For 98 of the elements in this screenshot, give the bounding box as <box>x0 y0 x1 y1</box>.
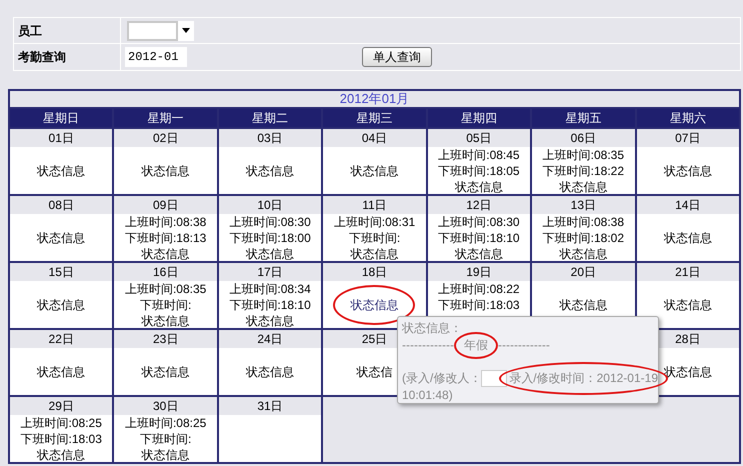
editor-field <box>481 370 508 387</box>
day-number: 07日 <box>675 130 700 147</box>
leave-type: 年假 <box>454 332 498 359</box>
status-link[interactable]: 状态信息 <box>559 246 608 262</box>
clock-time: 上班时间:08:25 <box>124 415 206 431</box>
status-link[interactable]: 状态信息 <box>454 179 503 195</box>
status-link[interactable]: 状态信息 <box>37 296 86 312</box>
day-number: 05日 <box>466 130 492 147</box>
day-number: 06日 <box>570 130 596 147</box>
weekday-header: 星期六 <box>670 110 706 127</box>
day-number: 12日 <box>466 197 492 214</box>
day-number: 18日 <box>362 264 388 281</box>
day-number: 09日 <box>152 197 178 214</box>
status-link[interactable]: 状态信息 <box>246 364 294 380</box>
clock-time: 上班时间:08:22 <box>438 281 520 297</box>
day-number: 24日 <box>257 331 283 348</box>
clock-time: 下班时间:18:00 <box>229 230 311 246</box>
clock-time: 上班时间:08:25 <box>20 415 102 431</box>
status-link[interactable]: 状态信 <box>356 364 392 380</box>
day-number: 30日 <box>152 398 178 415</box>
day-number: 15日 <box>48 264 74 281</box>
day-number: 17日 <box>257 264 283 281</box>
weekday-header: 星期二 <box>252 110 288 127</box>
status-link[interactable]: 状态信息 <box>37 364 86 380</box>
clock-time: 下班时间: <box>140 431 192 447</box>
query-button[interactable]: 单人查询 <box>362 47 432 67</box>
status-link[interactable]: 状态信息 <box>454 246 503 262</box>
editor-label: (录入/修改人： <box>402 370 482 387</box>
clock-time: 下班时间:18:02 <box>542 230 624 246</box>
status-link[interactable]: 状态信息 <box>246 246 294 262</box>
weekday-header: 星期五 <box>565 110 602 127</box>
status-link[interactable]: 状态信息 <box>559 296 608 312</box>
clock-time: 上班时间:08:38 <box>542 214 624 230</box>
clock-time: 上班时间:08:31 <box>334 214 416 230</box>
day-number: 13日 <box>570 197 596 214</box>
day-number: 25日 <box>362 331 388 348</box>
field-label: 员工 <box>18 22 42 40</box>
day-number: 14日 <box>675 197 700 214</box>
day-number: 11日 <box>362 197 387 214</box>
clock-time: 上班时间:08:34 <box>229 281 311 297</box>
weekday-header: 星期日 <box>43 110 80 127</box>
status-link[interactable]: 状态信息 <box>142 364 190 380</box>
weekday-header: 星期三 <box>356 110 392 127</box>
dashed-divider: ------------- <box>498 337 550 354</box>
status-link[interactable]: 状态信息 <box>37 230 86 246</box>
day-number: 02日 <box>152 130 178 147</box>
status-link[interactable]: 状态信息 <box>664 162 712 178</box>
calendar-title: 2012年01月 <box>340 90 410 108</box>
clock-time: 下班时间:18:10 <box>438 230 520 246</box>
clock-time: 下班时间: <box>140 297 192 313</box>
clock-time: 上班时间:08:35 <box>542 147 624 163</box>
day-number: 28日 <box>675 331 700 348</box>
status-link[interactable]: 状态信息 <box>37 447 86 463</box>
clock-time: 上班时间:08:30 <box>229 214 311 230</box>
status-link[interactable]: 状态信息 <box>559 179 608 195</box>
status-link[interactable]: 状态信息 <box>350 246 398 262</box>
employee-select[interactable] <box>127 20 194 40</box>
clock-time: 上班时间:08:38 <box>124 214 206 230</box>
day-number: 16日 <box>152 264 178 281</box>
day-number: 23日 <box>152 331 178 348</box>
clock-time: 下班时间:18:10 <box>229 297 311 313</box>
status-link[interactable]: 状态信息 <box>246 162 294 178</box>
clock-time: 下班时间:18:05 <box>438 163 520 179</box>
day-number: 08日 <box>48 197 74 214</box>
clock-time: 下班时间:18:22 <box>542 163 624 179</box>
day-number: 04日 <box>362 130 388 147</box>
clock-time: 上班时间:08:35 <box>124 281 206 297</box>
status-link[interactable]: 状态信息 <box>142 162 190 178</box>
clock-time: 下班时间:18:13 <box>124 230 206 246</box>
status-link[interactable]: 状态信息 <box>142 246 190 262</box>
clock-time: 上班时间:08:45 <box>438 147 520 163</box>
status-link[interactable]: 状态信息 <box>142 447 190 463</box>
weekday-header: 星期四 <box>460 110 497 127</box>
day-number: 19日 <box>466 264 492 281</box>
clock-time: 下班时间: <box>348 230 400 246</box>
status-link[interactable]: 状态信息 <box>664 230 712 246</box>
status-link[interactable]: 状态信息 <box>37 162 86 178</box>
weekday-header: 星期一 <box>148 110 184 127</box>
dashed-divider: ------------- <box>402 337 454 354</box>
day-number: 29日 <box>48 398 74 415</box>
status-link[interactable]: 状态信息 <box>142 313 190 329</box>
clock-time: 下班时间:18:03 <box>438 297 520 313</box>
month-input[interactable]: 2012-01 <box>125 47 187 67</box>
day-number: 21日 <box>675 264 700 281</box>
field-label: 考勤查询 <box>18 49 66 66</box>
day-number: 10日 <box>257 197 283 214</box>
status-link[interactable]: 状态信息 <box>246 313 294 329</box>
clock-time: 上班时间:08:30 <box>438 214 520 230</box>
clock-time: 下班时间:18:03 <box>20 431 102 447</box>
status-link[interactable]: 状态信息 <box>664 296 712 312</box>
edit-time: 10:01:48) <box>402 387 454 404</box>
day-number: 22日 <box>48 331 74 348</box>
day-number: 03日 <box>257 130 283 147</box>
day-number: 01日 <box>48 130 74 147</box>
day-number: 20日 <box>570 264 596 281</box>
dropdown-arrow-icon <box>182 28 190 33</box>
day-number: 31日 <box>257 398 283 415</box>
status-link[interactable]: 状态信息 <box>350 162 398 178</box>
